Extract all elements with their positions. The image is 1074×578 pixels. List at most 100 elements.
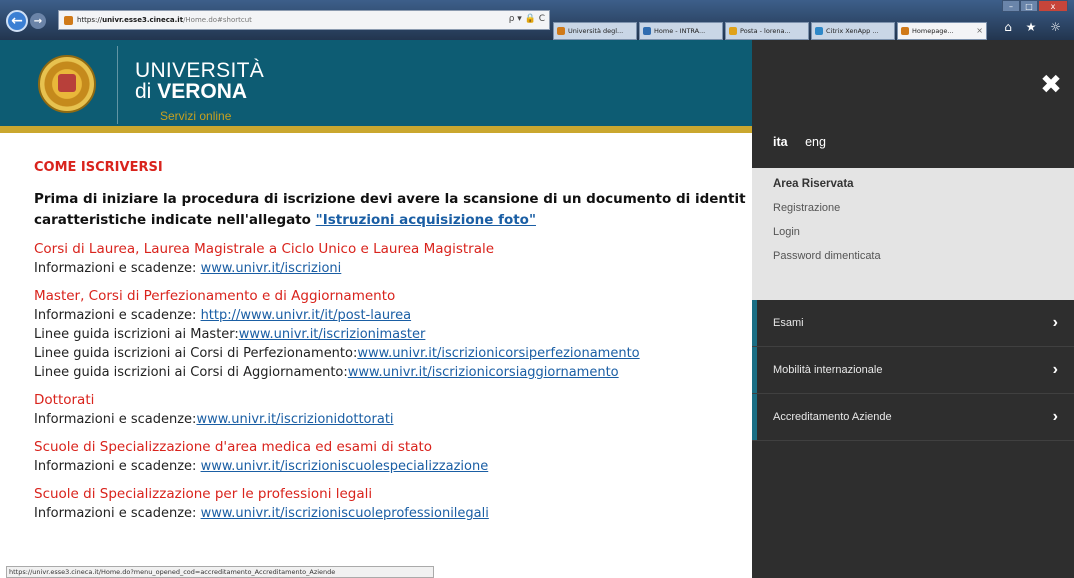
tab-favicon-icon — [643, 27, 651, 35]
toolbar-home-favorites-settings-icon[interactable]: ⌂ ★ ☼ — [1004, 20, 1066, 34]
minimize-icon[interactable]: – — [1002, 0, 1020, 12]
tab-label: Posta - lorena... — [740, 27, 791, 35]
tab-favicon-icon — [901, 27, 909, 35]
maximize-icon[interactable]: □ — [1020, 0, 1038, 12]
info-block: Scuole di Specializzazione d'area medica… — [34, 437, 752, 476]
tab-strip: Università degl... Home - INTRA... Posta -… — [553, 22, 987, 40]
block-line: Linee guida iscrizioni ai Corsi di Perfe… — [34, 344, 752, 363]
chevron-right-icon: › — [1052, 408, 1058, 425]
info-link[interactable]: www.univr.it/iscrizionimaster — [239, 327, 426, 342]
block-title: Corsi di Laurea, Laurea Magistrale a Cic… — [34, 241, 495, 257]
window-controls: – □ x — [1002, 0, 1068, 12]
block-line: Informazioni e scadenze: www.univr.it/is… — [34, 259, 752, 278]
block-line-text: Linee guida iscrizioni ai Master: — [34, 327, 239, 342]
servizi-online-label: Servizi online — [160, 109, 232, 123]
info-link[interactable]: www.univr.it/iscrizionicorsiperfezioname… — [357, 346, 639, 361]
info-link[interactable]: www.univr.it/iscrizioniscuolespecializza… — [201, 459, 489, 474]
university-city: di VERONA — [135, 80, 248, 103]
url-domain: univr.esse3.cineca.it — [102, 16, 184, 24]
block-line-text: Informazioni e scadenze: — [34, 506, 201, 521]
back-icon[interactable]: ← — [6, 10, 28, 32]
info-block: Dottorati Informazioni e scadenze:www.uni… — [34, 390, 752, 429]
info-block: Scuole di Specializzazione per le profes… — [34, 484, 752, 523]
menu-item-label: Esami — [773, 317, 804, 329]
block-line-text: Informazioni e scadenze: — [34, 459, 201, 474]
block-line-text: Linee guida iscrizioni ai Corsi di Perfe… — [34, 346, 358, 361]
status-bar-url: https://univr.esse3.cineca.it/Home.do?me… — [6, 566, 434, 578]
menu-item-accreditamento-aziende[interactable]: Accreditamento Aziende › — [752, 394, 1074, 441]
tab-close-icon[interactable]: × — [976, 26, 983, 35]
info-link[interactable]: http://www.univr.it/it/post-laurea — [201, 308, 412, 323]
menu-item-esami[interactable]: Esami › — [752, 300, 1074, 347]
url-path: /Home.do#shortcut — [183, 16, 252, 24]
block-line: Informazioni e scadenze: http://www.univ… — [34, 306, 752, 325]
info-link[interactable]: www.univr.it/iscrizioniscuoleprofessioni… — [201, 506, 489, 521]
url-scheme: https:// — [77, 16, 103, 24]
login-link[interactable]: Login — [773, 226, 1074, 238]
site-favicon-icon — [64, 16, 73, 25]
block-title: Scuole di Specializzazione d'area medica… — [34, 439, 433, 455]
info-link[interactable]: www.univr.it/iscrizionidottorati — [196, 412, 393, 427]
block-line-text: Informazioni e scadenze: — [34, 261, 201, 276]
istruzioni-foto-link[interactable]: "Istruzioni acquisizione foto" — [316, 212, 536, 228]
registrazione-link[interactable]: Registrazione — [773, 202, 1074, 214]
menu-item-label: Mobilità internazionale — [773, 364, 883, 376]
block-line: Informazioni e scadenze: www.univr.it/is… — [34, 457, 752, 476]
tab-label: Citrix XenApp ... — [826, 27, 879, 35]
info-blocks: Corsi di Laurea, Laurea Magistrale a Cic… — [34, 239, 752, 523]
address-bar[interactable]: https://univr.esse3.cineca.it/Home.do#sh… — [58, 10, 550, 30]
language-switcher: ita eng — [773, 135, 840, 149]
site-header: UNIVERSITÀ di VERONA Servizi online — [0, 40, 752, 126]
browser-tab[interactable]: Università degl... — [553, 22, 637, 40]
side-menu-panel: ✖ ita eng Area Riservata Registrazione L… — [752, 40, 1074, 578]
block-line: Informazioni e scadenze:www.univr.it/isc… — [34, 410, 752, 429]
browser-tab[interactable]: Homepage... × — [897, 22, 987, 40]
tab-favicon-icon — [557, 27, 565, 35]
block-title: Scuole di Specializzazione per le profes… — [34, 486, 373, 502]
intro-line-1: Prima di iniziare la procedura di iscriz… — [34, 191, 746, 207]
area-riservata-title: Area Riservata — [773, 178, 854, 190]
block-line: Linee guida iscrizioni ai Master:www.uni… — [34, 325, 752, 344]
tab-favicon-icon — [815, 27, 823, 35]
page-title: COME ISCRIVERSI — [34, 160, 163, 175]
tab-favicon-icon — [729, 27, 737, 35]
info-link[interactable]: www.univr.it/iscrizionicorsiaggiornament… — [348, 365, 619, 380]
block-line-text: Linee guida iscrizioni ai Corsi di Aggio… — [34, 365, 348, 380]
close-icon[interactable]: ✖ — [1038, 72, 1064, 98]
info-block: Corsi di Laurea, Laurea Magistrale a Cic… — [34, 239, 752, 278]
intro-text: Prima di iniziare la procedura di iscriz… — [34, 189, 752, 231]
tab-label: Homepage... — [912, 27, 954, 35]
lang-eng[interactable]: eng — [805, 135, 826, 149]
block-line: Informazioni e scadenze: www.univr.it/is… — [34, 504, 752, 523]
menu-item-label: Accreditamento Aziende — [773, 411, 892, 423]
chevron-right-icon: › — [1052, 361, 1058, 378]
browser-tab[interactable]: Citrix XenApp ... — [811, 22, 895, 40]
forward-icon[interactable]: → — [30, 13, 46, 29]
browser-chrome: ← → https://univr.esse3.cineca.it/Home.d… — [0, 0, 1074, 40]
gold-band — [0, 126, 752, 133]
block-line-text: Informazioni e scadenze: — [34, 308, 201, 323]
university-name: UNIVERSITÀ — [135, 59, 265, 82]
main-content: COME ISCRIVERSI Prima di iniziare la pro… — [34, 160, 752, 523]
university-seal-logo[interactable] — [38, 55, 96, 113]
info-block: Master, Corsi di Perfezionamento e di Ag… — [34, 286, 752, 382]
block-title: Dottorati — [34, 392, 95, 408]
intro-line-2: caratteristiche indicate nell'allegato "… — [34, 210, 752, 231]
block-line-text: Informazioni e scadenze: — [34, 412, 197, 427]
logo-divider — [117, 46, 118, 124]
university-city-prefix: di — [135, 80, 158, 103]
window-close-icon[interactable]: x — [1038, 0, 1068, 12]
menu-item-mobilita-internazionale[interactable]: Mobilità internazionale › — [752, 347, 1074, 394]
intro-line-2-text: caratteristiche indicate nell'allegato — [34, 212, 316, 228]
address-actions-icon[interactable]: ρ ▾ 🔒 C — [509, 14, 545, 24]
university-city-name: VERONA — [157, 80, 248, 103]
info-link[interactable]: www.univr.it/iscrizioni — [201, 261, 342, 276]
password-dimenticata-link[interactable]: Password dimenticata — [773, 250, 1074, 262]
block-line: Linee guida iscrizioni ai Corsi di Aggio… — [34, 363, 752, 382]
lang-ita[interactable]: ita — [773, 135, 788, 149]
chevron-right-icon: › — [1052, 314, 1058, 331]
browser-tab[interactable]: Home - INTRA... — [639, 22, 723, 40]
tab-label: Università degl... — [568, 27, 624, 35]
browser-tab[interactable]: Posta - lorena... — [725, 22, 809, 40]
tab-label: Home - INTRA... — [654, 27, 706, 35]
